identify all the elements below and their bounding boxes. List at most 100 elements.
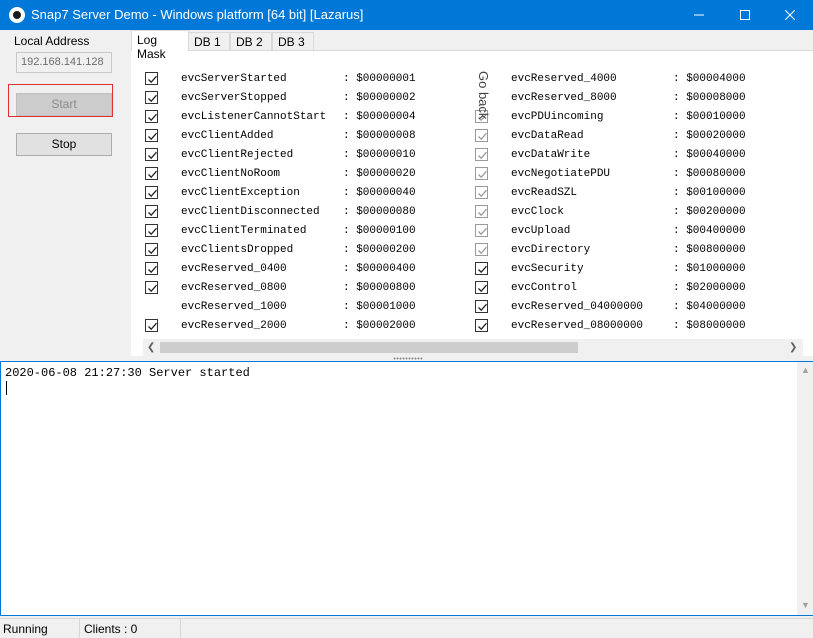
mask-checkbox[interactable]: [145, 281, 158, 294]
mask-checkbox[interactable]: [145, 91, 158, 104]
title-bar[interactable]: Snap7 Server Demo - Windows platform [64…: [0, 0, 813, 30]
horizontal-scrollbar[interactable]: ❮ ❯: [143, 339, 803, 356]
check-icon: [148, 170, 157, 179]
mask-row[interactable]: evcClientException: $00000040: [131, 183, 471, 202]
mask-row[interactable]: evcNegotiatePDU: $00080000: [461, 164, 801, 183]
mask-row[interactable]: evcReserved_2000: $00002000: [131, 316, 471, 335]
mask-row[interactable]: evcReserved_4000: $00004000: [461, 69, 801, 88]
start-button[interactable]: Start: [16, 93, 112, 116]
mask-checkbox[interactable]: [145, 224, 158, 237]
mask-row[interactable]: evcClientNoRoom: $00000020: [131, 164, 471, 183]
mask-row[interactable]: evcReserved_1000: $00001000: [131, 297, 471, 316]
go-back-overlay[interactable]: Go back: [476, 71, 491, 119]
mask-row[interactable]: evcReserved_8000: $00008000: [461, 88, 801, 107]
mask-row[interactable]: evcClientRejected: $00000010: [131, 145, 471, 164]
tab-db3[interactable]: DB 3: [272, 32, 314, 51]
mask-row[interactable]: evcClientAdded: $00000008: [131, 126, 471, 145]
mask-checkbox[interactable]: [475, 319, 488, 332]
mask-name: evcReadSZL: [511, 187, 578, 199]
mask-checkbox[interactable]: [475, 129, 488, 142]
mask-row[interactable]: evcReadSZL: $00100000: [461, 183, 801, 202]
mask-row[interactable]: evcListenerCannotStart: $00000004: [131, 107, 471, 126]
check-icon: [478, 246, 487, 255]
mask-row[interactable]: evcReserved_0800: $00000800: [131, 278, 471, 297]
mask-checkbox[interactable]: [475, 148, 488, 161]
close-button[interactable]: [767, 0, 813, 30]
mask-checkbox[interactable]: [145, 148, 158, 161]
mask-checkbox[interactable]: [145, 167, 158, 180]
mask-checkbox[interactable]: [475, 262, 488, 275]
mask-checkbox[interactable]: [475, 205, 488, 218]
mask-value: : $00080000: [673, 168, 746, 180]
mask-checkbox[interactable]: [475, 300, 488, 313]
splitter-grip-icon[interactable]: [393, 357, 423, 360]
scroll-up-icon[interactable]: ▲: [801, 365, 810, 375]
log-mask-panel: evcServerStarted: $00000001 evcServerStop…: [131, 50, 813, 356]
mask-checkbox[interactable]: [145, 129, 158, 142]
mask-row[interactable]: evcReserved_08000000: $08000000: [461, 316, 801, 335]
stop-button[interactable]: Stop: [16, 133, 112, 156]
mask-name: evcReserved_0400: [181, 263, 287, 275]
mask-checkbox[interactable]: [145, 186, 158, 199]
mask-value: : $02000000: [673, 282, 746, 294]
mask-name: evcDataRead: [511, 130, 584, 142]
mask-row[interactable]: evcReserved_04000000: $04000000: [461, 297, 801, 316]
mask-name: evcClock: [511, 206, 564, 218]
mask-checkbox[interactable]: [145, 319, 158, 332]
mask-checkbox[interactable]: [475, 243, 488, 256]
minimize-button[interactable]: [676, 0, 722, 30]
clients-count: Clients : 0: [81, 619, 181, 638]
mask-checkbox[interactable]: [145, 110, 158, 123]
mask-row[interactable]: evcDataWrite: $00040000: [461, 145, 801, 164]
mask-row[interactable]: evcReserved_0400: $00000400: [131, 259, 471, 278]
check-icon: [148, 151, 157, 160]
mask-row[interactable]: evcClock: $00200000: [461, 202, 801, 221]
tab-db2[interactable]: DB 2: [230, 32, 272, 51]
close-icon: [785, 10, 795, 20]
mask-name: evcServerStarted: [181, 73, 287, 85]
mask-row[interactable]: evcUpload: $00400000: [461, 221, 801, 240]
mask-row[interactable]: evcClientDisconnected: $00000080: [131, 202, 471, 221]
mask-name: evcClientsDropped: [181, 244, 294, 256]
mask-checkbox[interactable]: [475, 186, 488, 199]
mask-row[interactable]: evcServerStopped: $00000002: [131, 88, 471, 107]
local-address-field[interactable]: 192.168.141.128: [16, 52, 112, 73]
mask-row[interactable]: evcClientsDropped: $00000200: [131, 240, 471, 259]
check-icon: [478, 189, 487, 198]
mask-row[interactable]: evcDirectory: $00800000: [461, 240, 801, 259]
scroll-down-icon[interactable]: ▼: [801, 600, 810, 610]
scroll-left-icon[interactable]: ❮: [147, 342, 155, 353]
mask-value: : $00000008: [343, 130, 416, 142]
tab-db1[interactable]: DB 1: [188, 32, 230, 51]
text-caret: [6, 381, 7, 395]
log-memo[interactable]: 2020-06-08 21:27:30 Server started ▲ ▼: [0, 361, 813, 616]
mask-value: : $00000002: [343, 92, 416, 104]
scroll-right-icon[interactable]: ❯: [789, 342, 797, 353]
mask-row[interactable]: evcPDUincoming: $00010000: [461, 107, 801, 126]
horizontal-scroll-thumb[interactable]: [160, 342, 578, 353]
mask-row[interactable]: evcSecurity: $01000000: [461, 259, 801, 278]
mask-row[interactable]: evcClientTerminated: $00000100: [131, 221, 471, 240]
mask-value: : $04000000: [673, 301, 746, 313]
vertical-scrollbar[interactable]: ▲ ▼: [797, 362, 813, 615]
mask-value: : $00000040: [343, 187, 416, 199]
maximize-button[interactable]: [722, 0, 768, 30]
check-icon: [148, 75, 157, 84]
mask-checkbox[interactable]: [475, 224, 488, 237]
mask-checkbox[interactable]: [145, 72, 158, 85]
mask-row[interactable]: evcServerStarted: $00000001: [131, 69, 471, 88]
mask-name: evcReserved_08000000: [511, 320, 644, 332]
tab-log-mask[interactable]: Log Mask: [131, 30, 189, 61]
mask-checkbox[interactable]: [475, 167, 488, 180]
mask-checkbox[interactable]: [145, 205, 158, 218]
server-status: Running: [0, 619, 80, 638]
mask-checkbox[interactable]: [145, 243, 158, 256]
app-icon[interactable]: [9, 7, 25, 23]
mask-name: evcReserved_8000: [511, 92, 617, 104]
mask-row[interactable]: evcControl: $02000000: [461, 278, 801, 297]
check-icon: [478, 151, 487, 160]
mask-checkbox[interactable]: [145, 262, 158, 275]
check-icon: [148, 132, 157, 141]
mask-row[interactable]: evcDataRead: $00020000: [461, 126, 801, 145]
mask-checkbox[interactable]: [475, 281, 488, 294]
